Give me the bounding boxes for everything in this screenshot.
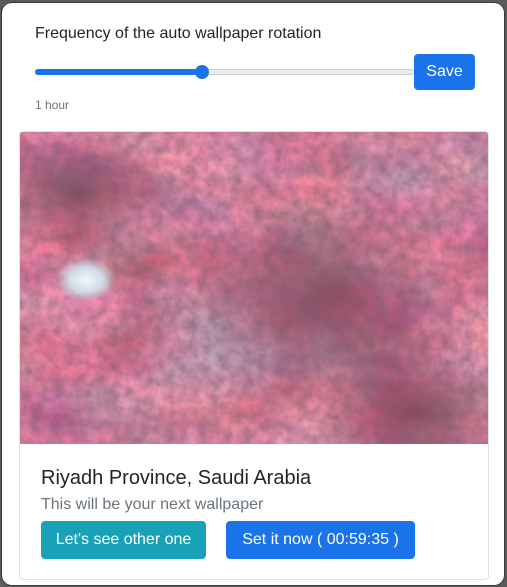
frequency-value: 1 hour: [35, 98, 70, 112]
frequency-slider[interactable]: [35, 63, 415, 81]
wallpaper-popup: Frequency of the auto wallpaper rotation…: [2, 3, 504, 585]
frequency-label: Frequency of the auto wallpaper rotation: [35, 25, 322, 42]
save-button[interactable]: Save: [414, 54, 475, 90]
wallpaper-subtitle: This will be your next wallpaper: [41, 496, 264, 513]
wallpaper-location: Riyadh Province, Saudi Arabia: [41, 467, 312, 489]
wallpaper-card: Riyadh Province, Saudi Arabia This will …: [19, 131, 489, 580]
wallpaper-preview-image: [20, 132, 488, 444]
slider-fill: [35, 69, 203, 75]
set-now-button[interactable]: Set it now ( 00:59:35 ): [226, 521, 415, 559]
see-other-button[interactable]: Let's see other one: [41, 521, 206, 559]
slider-thumb[interactable]: [195, 65, 210, 79]
